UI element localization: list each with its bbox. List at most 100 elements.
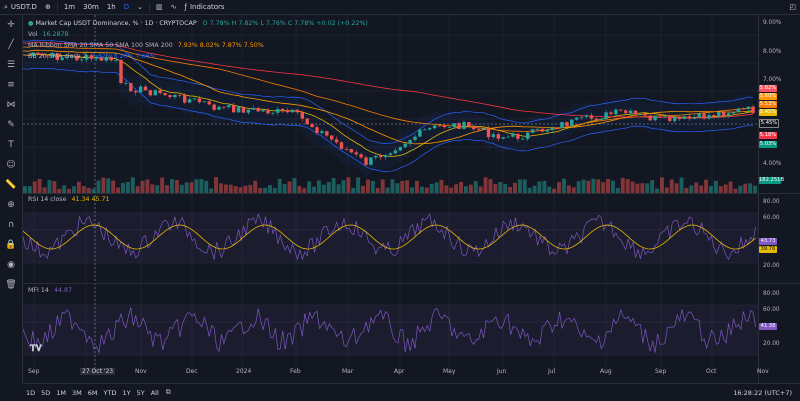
volume-bar <box>243 185 248 193</box>
symbol-search[interactable]: ⌕ USDT.D <box>0 0 41 14</box>
emoji-icon[interactable]: ☺ <box>4 158 18 172</box>
candle-body <box>638 114 643 115</box>
trendline-icon[interactable]: ╱ <box>4 38 18 52</box>
trash-icon[interactable]: 🗑 <box>4 278 18 292</box>
ruler-icon[interactable]: 📏 <box>4 178 18 192</box>
range-6m[interactable]: 6M <box>85 389 101 397</box>
volume-bar <box>679 177 684 193</box>
crosshair-icon[interactable]: ✛ <box>4 18 18 32</box>
volume-bar <box>557 182 562 193</box>
interval-1h[interactable]: 1h <box>103 0 120 14</box>
candle-body <box>290 109 295 113</box>
volume-value: 16.287B <box>42 31 69 38</box>
candle-body <box>697 113 701 118</box>
volume-bar <box>620 177 625 193</box>
candle-body <box>178 94 182 96</box>
mfi-tick: 60.00 <box>763 307 780 313</box>
pattern-icon[interactable]: ⋈ <box>4 98 18 112</box>
range-5y[interactable]: 5Y <box>134 389 148 397</box>
candle-body <box>692 117 697 119</box>
volume-bar <box>660 177 664 193</box>
candle-body <box>682 116 687 120</box>
magnet-icon[interactable]: ∩ <box>4 218 18 232</box>
divider <box>56 2 58 12</box>
volume-bar <box>464 186 468 193</box>
clock[interactable]: 16:28:22 (UTC+7) <box>733 389 792 397</box>
mfi-tag: 41.38 <box>759 323 777 330</box>
range-1d[interactable]: 1D <box>23 389 38 397</box>
pane-divider[interactable] <box>23 283 800 284</box>
interval-dropdown[interactable]: ⌄ <box>133 0 147 14</box>
volume-bar <box>674 183 679 193</box>
interval-label: 30m <box>83 3 99 11</box>
volume-bar <box>170 179 174 193</box>
candle-body <box>648 115 652 121</box>
candle-body <box>197 98 202 103</box>
bar-style-button[interactable]: ▥ <box>152 0 167 14</box>
interval-d[interactable]: D <box>120 0 133 14</box>
price-tick: 7.00% <box>763 77 782 83</box>
volume-bar <box>52 181 57 193</box>
screenshot-button[interactable]: ◰ <box>785 0 800 14</box>
mfi-value: 44.87 <box>53 287 72 294</box>
compare-button[interactable]: ∿ <box>167 0 181 14</box>
volume-bar <box>111 180 116 193</box>
range-3m[interactable]: 3M <box>69 389 85 397</box>
candle-body <box>114 59 118 61</box>
candle-body <box>182 95 187 103</box>
fib-icon[interactable]: ≡ <box>4 78 18 92</box>
text-icon[interactable]: T <box>4 138 18 152</box>
volume-bar <box>709 186 713 193</box>
volume-bar <box>400 180 405 193</box>
price-tag: 5.53% <box>759 101 777 108</box>
indicators-button[interactable]: ƒ Indicators <box>181 0 229 14</box>
range-1m[interactable]: 1M <box>53 389 69 397</box>
add-symbol-button[interactable]: ⊕ <box>41 0 55 14</box>
volume-bar <box>194 179 199 193</box>
candle-body <box>398 147 403 151</box>
volume-bar <box>341 180 346 193</box>
volume-bar <box>321 184 326 193</box>
price-axis[interactable]: 9.00% 8.00% 7.00% 5.82% 5.60% 5.53% 5.45… <box>758 15 800 383</box>
interval-1m[interactable]: 1m <box>60 0 79 14</box>
volume-bar <box>125 182 130 193</box>
volume-bar <box>106 178 111 193</box>
zoom-icon[interactable]: ⊕ <box>4 198 18 212</box>
tradingview-logo[interactable]: 𝐓𝐕 <box>30 345 42 354</box>
date-range-icon[interactable]: ⧉ <box>166 388 171 397</box>
eye-icon[interactable]: ◉ <box>4 258 18 272</box>
volume-bar <box>223 184 228 193</box>
range-5d[interactable]: 5D <box>38 389 53 397</box>
volume-bar <box>517 179 522 193</box>
rsi-tick: 60.00 <box>763 215 780 221</box>
candle-body <box>521 138 525 140</box>
interval-30m[interactable]: 30m <box>79 0 103 14</box>
volume-bar <box>586 180 591 193</box>
horizontal-lines-icon[interactable]: ☰ <box>4 58 18 72</box>
range-all[interactable]: All <box>148 389 162 397</box>
range-ytd[interactable]: YTD <box>101 389 120 397</box>
candle-body <box>148 90 153 96</box>
volume-bar <box>713 180 718 193</box>
candle-body <box>251 108 256 110</box>
brush-icon[interactable]: ✎ <box>4 118 18 132</box>
lock-icon[interactable]: 🔒 <box>4 238 18 252</box>
volume-bar <box>292 178 297 193</box>
pane-divider[interactable] <box>23 193 800 194</box>
time-tick: Dec <box>186 368 198 375</box>
range-1y[interactable]: 1Y <box>119 389 133 397</box>
volume-bar <box>174 179 179 193</box>
time-tick: Jul <box>548 368 556 375</box>
candle-body <box>599 118 603 120</box>
candle-body <box>672 116 677 121</box>
rsi-label: RSI 14 close <box>28 196 67 203</box>
candle-body <box>442 125 447 128</box>
top-toolbar: ⌕ USDT.D ⊕ 1m 30m 1h D ⌄ ▥ ∿ ƒ Indicator… <box>0 0 800 15</box>
candles-icon: ▥ <box>156 3 163 11</box>
candle-body <box>158 90 162 94</box>
candle-body <box>751 106 755 114</box>
chart-canvas[interactable] <box>23 15 758 383</box>
candle-body <box>374 155 378 158</box>
volume-bar <box>233 186 238 193</box>
cursor-date-label: 27 Oct '23 <box>80 368 116 375</box>
